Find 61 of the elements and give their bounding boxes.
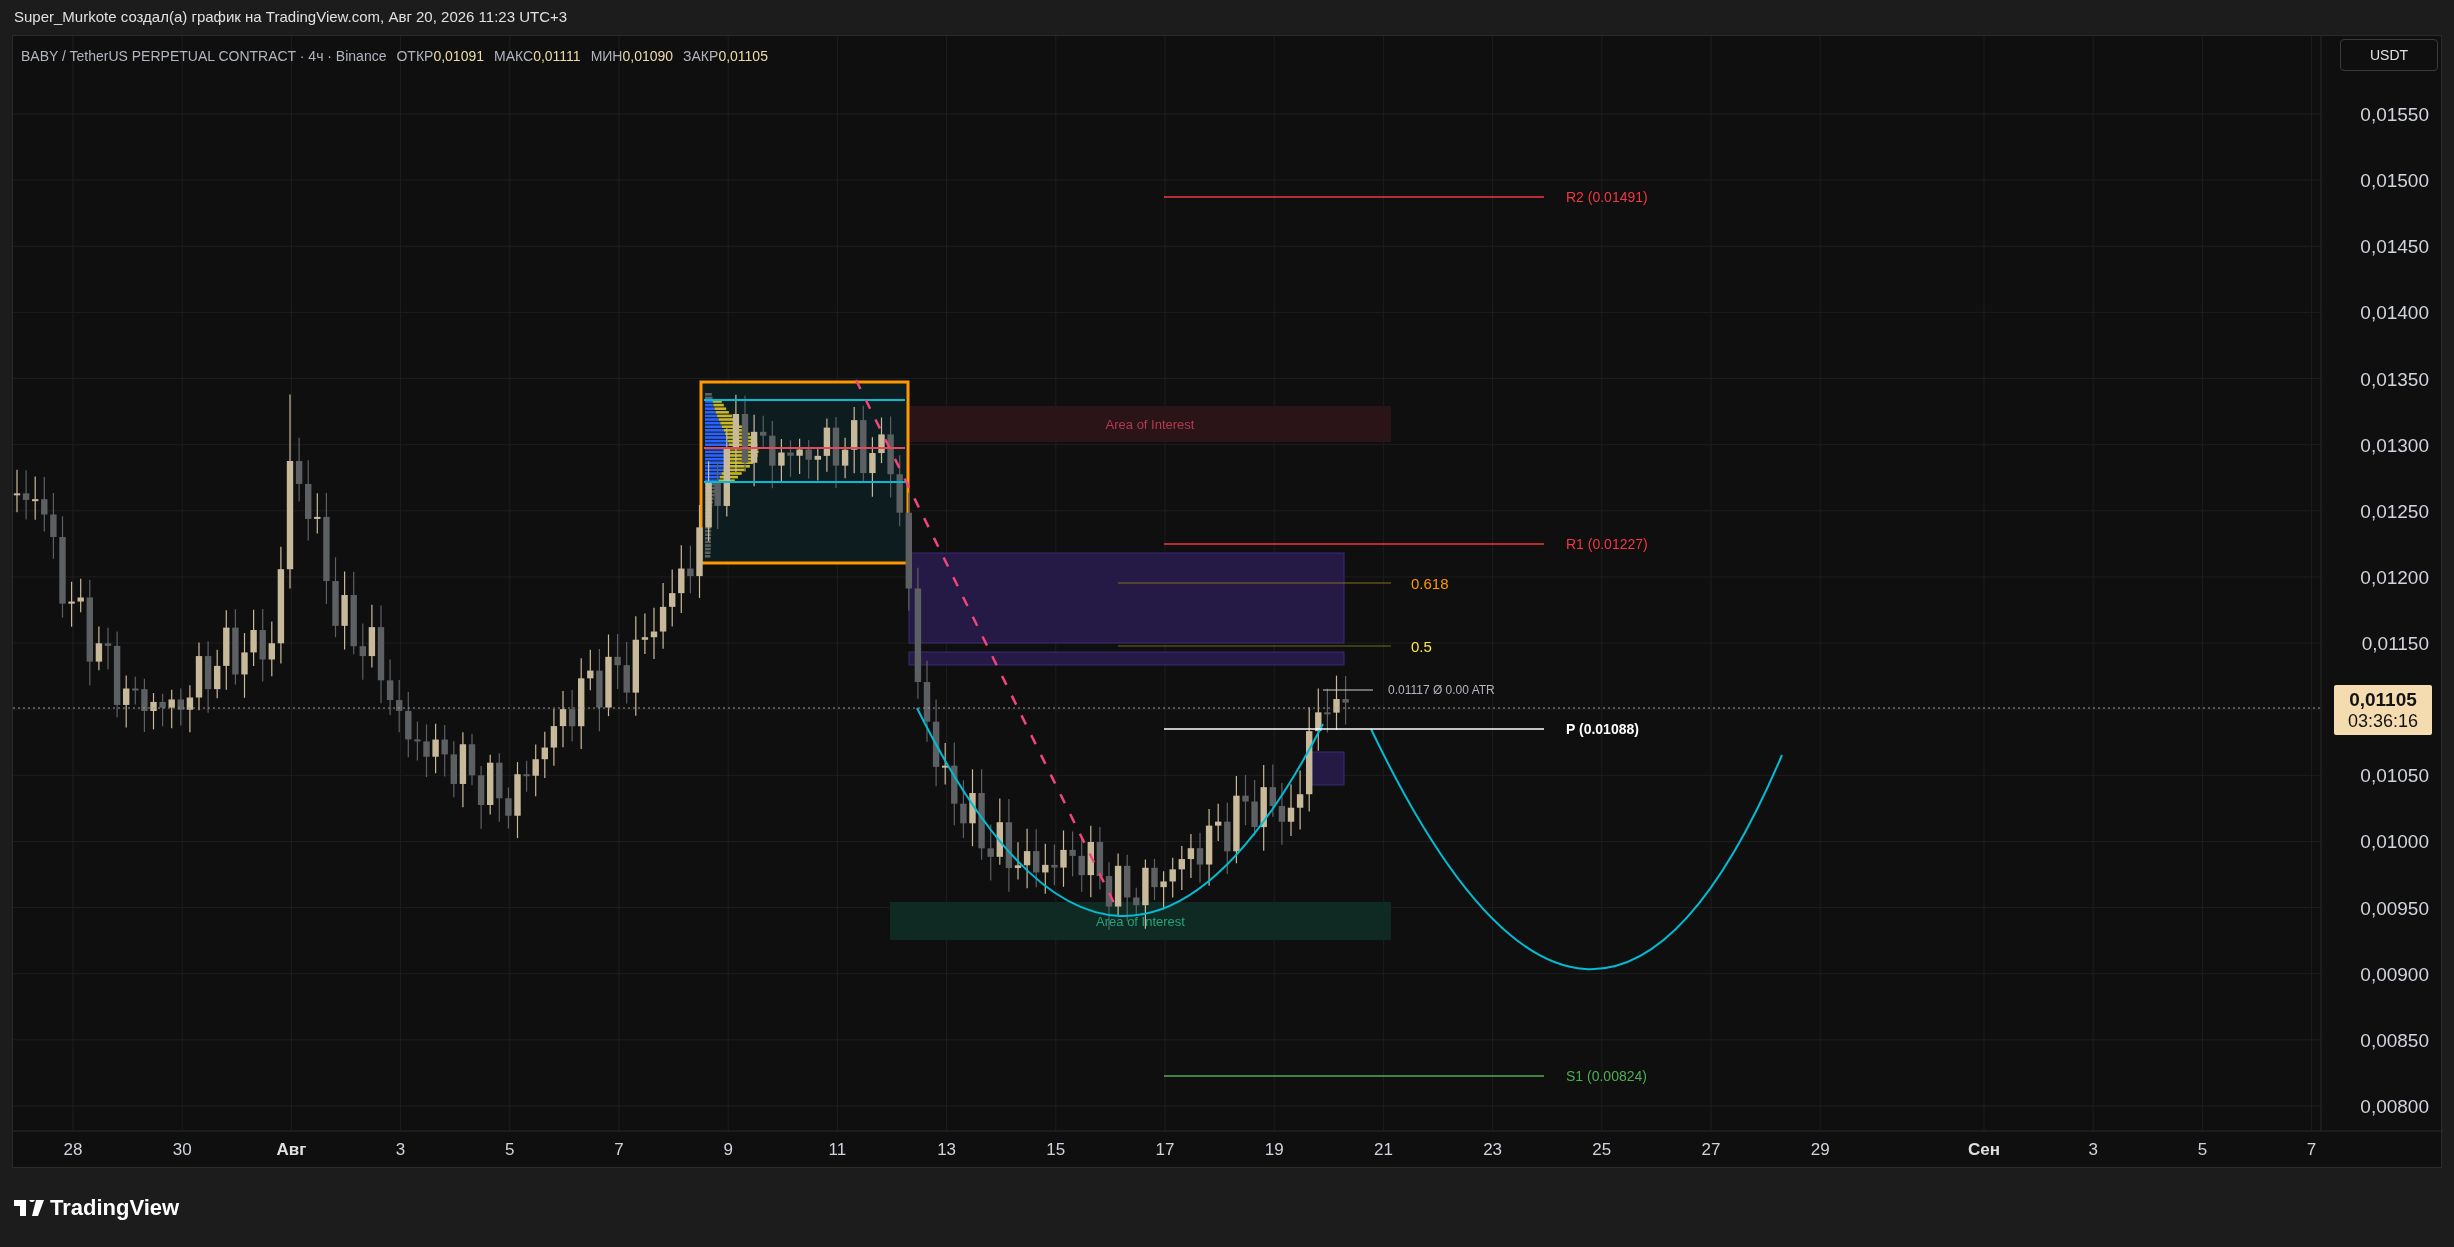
date-tick: 3: [395, 1140, 406, 1158]
pivot-label: R1 (0.01227): [1566, 537, 1648, 551]
price-tick: 0,01300: [2360, 435, 2429, 455]
date-tick: 11: [828, 1140, 847, 1158]
price-tick: 0,01400: [2360, 302, 2429, 322]
date-tick: 5: [2197, 1140, 2208, 1158]
price-tick: 0,00900: [2360, 964, 2429, 984]
logo-icon: [14, 1199, 44, 1216]
price-tick: 0,01150: [2361, 633, 2429, 653]
price-tick: 0,01000: [2360, 831, 2429, 851]
price-tick: 0,01550: [2360, 104, 2429, 124]
price-tick: 0,00950: [2360, 898, 2429, 918]
atr-line: [1322, 689, 1374, 691]
pivot-label: S1 (0.00824): [1566, 1069, 1647, 1083]
countdown-timer: 03:36:16: [2347, 712, 2419, 730]
date-tick: Авг: [276, 1140, 307, 1158]
price-tick: 0,01200: [2360, 567, 2429, 587]
zone-label: Area of Interest: [1105, 417, 1195, 431]
chart-caption: Super_Murkote создал(а) график на TradingView.com, Авг 20, 2026 11:23 UTC+3: [14, 7, 568, 28]
ohlc-label: ЗАКР: [683, 47, 719, 66]
date-tick: 28: [63, 1140, 83, 1158]
price-tick: 0,00850: [2360, 1030, 2429, 1050]
date-tick: 13: [937, 1140, 957, 1158]
ohlc-label: МИН: [590, 47, 623, 66]
fib-label: 0.5: [1411, 638, 1432, 654]
price-tick: 0,01050: [2360, 765, 2429, 785]
date-tick: 17: [1155, 1140, 1175, 1158]
price-tick: 0,01250: [2360, 501, 2429, 521]
date-tick: 15: [1046, 1140, 1066, 1158]
date-tick: 27: [1701, 1140, 1721, 1158]
date-tick: 3: [2088, 1140, 2098, 1158]
price-tick: 0,01500: [2360, 170, 2429, 190]
date-tick: Сен: [1968, 1140, 2000, 1158]
date-tick: 29: [1810, 1140, 1830, 1158]
ohlc-value: 0,01105: [718, 47, 768, 66]
date-tick: 7: [614, 1140, 624, 1158]
ohlc-value: 0,01090: [622, 47, 674, 66]
date-tick: 9: [723, 1140, 733, 1158]
date-tick: 7: [2306, 1140, 2317, 1158]
price-tick: 0,01450: [2360, 236, 2429, 256]
logo-text: TradingView: [50, 1194, 180, 1222]
date-tick: 19: [1264, 1140, 1284, 1158]
date-tick: 5: [505, 1140, 515, 1158]
ohlc-label: ОТКР: [396, 47, 434, 66]
currency-button[interactable]: USDT: [2340, 39, 2438, 71]
ohlc-value: 0,01091: [433, 47, 484, 66]
ohlc-value: 0,01111: [533, 47, 581, 66]
last-price: 0,01105: [2349, 690, 2417, 709]
date-tick: 30: [172, 1140, 192, 1158]
price-tick: 0,00800: [2360, 1096, 2429, 1116]
fib-label: 0.618: [1411, 575, 1449, 591]
pivot-label: P (0.01088): [1566, 722, 1639, 736]
atr-label: 0.01117 Ø 0.00 ATR: [1388, 684, 1495, 696]
symbol-title: BABY / TetherUS PERPETUAL CONTRACT · 4ч · Binance: [21, 47, 387, 66]
price-tick: 0,01350: [2360, 369, 2429, 389]
date-tick: 25: [1592, 1140, 1612, 1158]
pivot-label: R2 (0.01491): [1566, 190, 1648, 204]
order-block-rectangle: [1311, 751, 1345, 786]
ohlc-label: МАКС: [494, 47, 534, 66]
date-tick: 23: [1483, 1140, 1503, 1158]
date-tick: 21: [1373, 1140, 1393, 1158]
